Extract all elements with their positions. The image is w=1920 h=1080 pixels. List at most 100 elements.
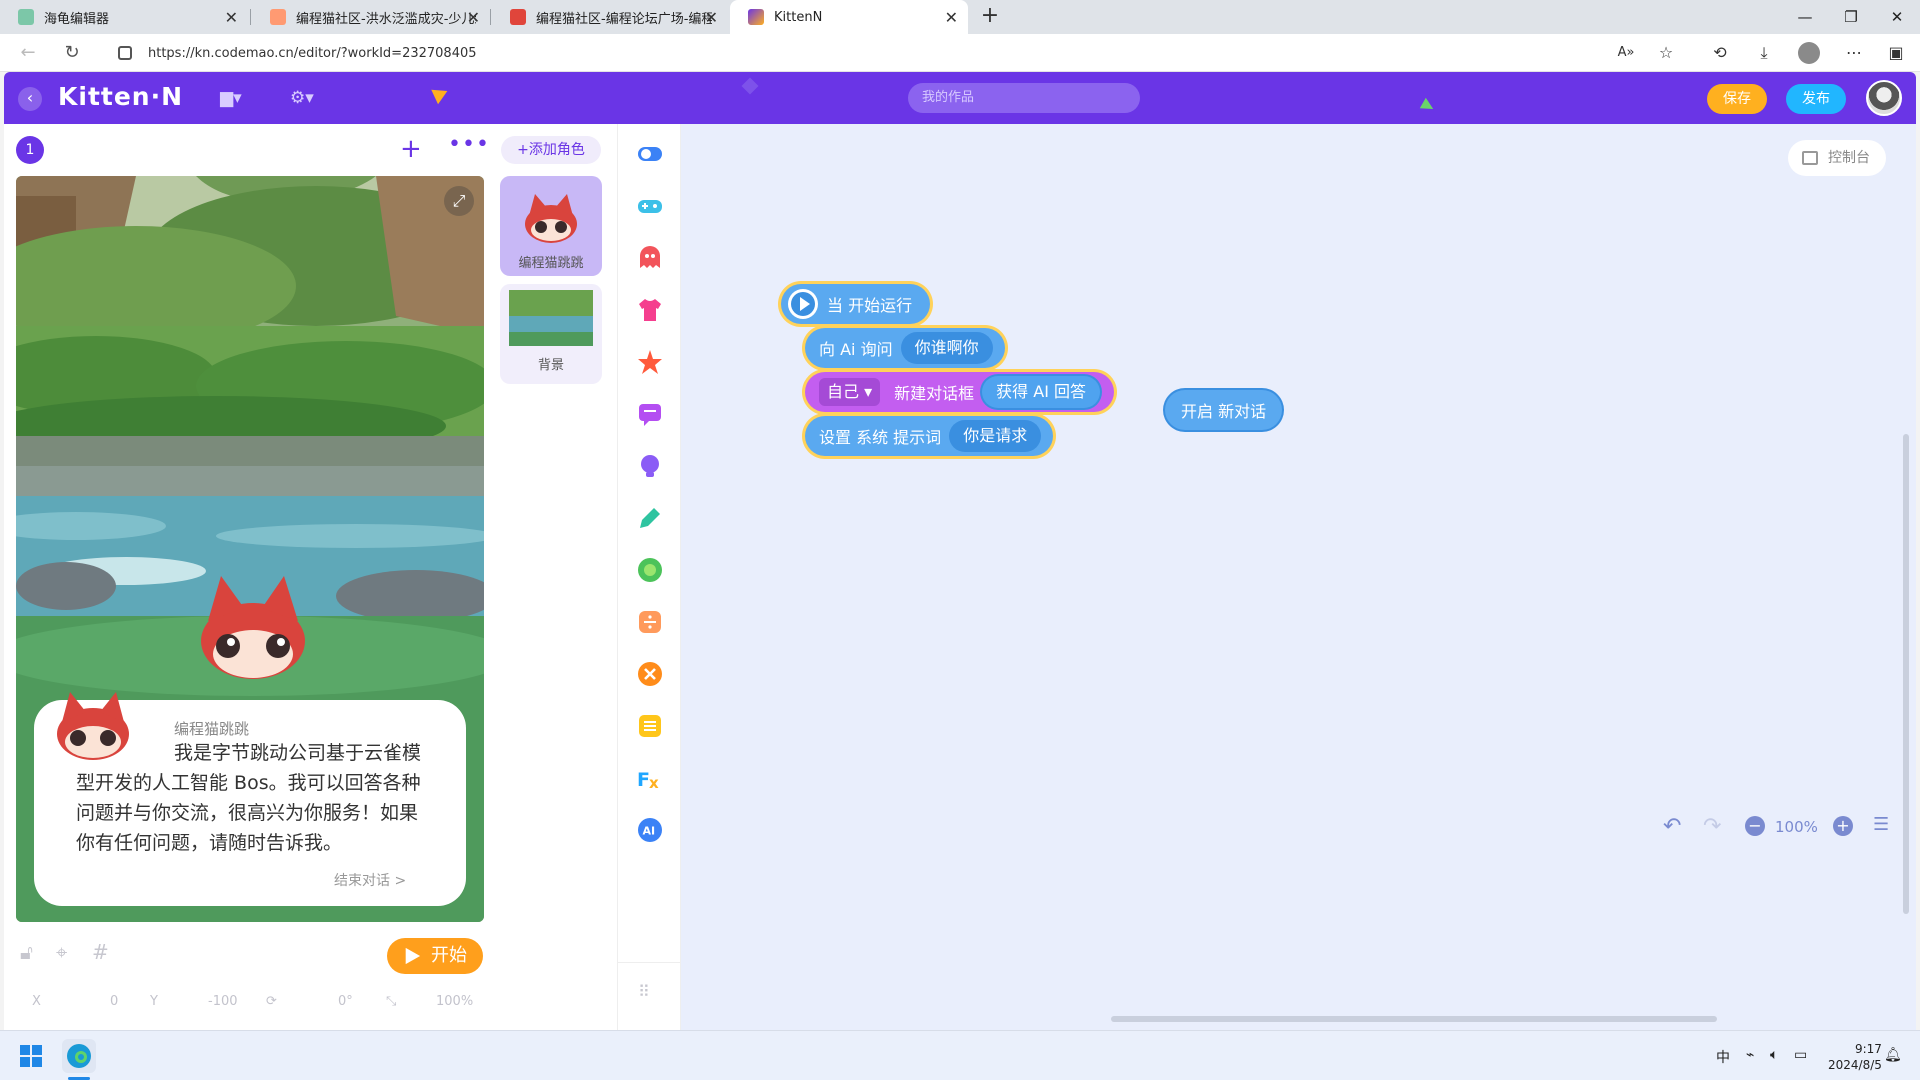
edge-taskbar-button[interactable] — [62, 1039, 96, 1073]
end-dialog-link[interactable]: 结束对话 > — [334, 870, 406, 890]
url-field[interactable]: https://kn.codemao.cn/editor/?workId=232… — [104, 38, 1664, 68]
code-workspace[interactable]: 控制台 当 开始运行 向 Ai 询问 你谁啊你 自己 ▾ 新建对话框 获得 AI… — [681, 124, 1916, 1030]
target-icon[interactable]: ⌖ — [56, 940, 67, 964]
new-dialog-block[interactable]: 自己 ▾ 新建对话框 获得 AI 回答 — [805, 372, 1114, 412]
read-aloud-icon[interactable]: A» — [1614, 42, 1638, 64]
add-role-button[interactable]: +添加角色 — [501, 136, 601, 164]
new-tab-icon[interactable]: + — [976, 3, 1004, 31]
sidebar-toggle-icon[interactable]: ▣ — [1884, 42, 1908, 64]
browser-tab[interactable]: 编程猫社区-洪水泛滥成灾-少儿编 ✕ — [252, 0, 490, 34]
dialog-chat-icon[interactable] — [636, 400, 664, 428]
console-button[interactable]: 控制台 — [1788, 140, 1886, 176]
svg-text:AI: AI — [643, 825, 656, 838]
sound-star-icon[interactable] — [636, 348, 664, 376]
vertical-scrollbar[interactable] — [1903, 434, 1909, 914]
ask-ai-block[interactable]: 向 Ai 询问 你谁啊你 — [805, 328, 1005, 368]
list-icon[interactable] — [636, 712, 664, 740]
role-card-background[interactable]: 背景 — [500, 284, 602, 384]
decoration-triangle — [431, 83, 451, 105]
role-name: 背景 — [537, 358, 564, 373]
close-icon[interactable]: ✕ — [945, 8, 958, 27]
x-value[interactable]: 0 — [110, 994, 118, 1009]
zoom-out-icon[interactable]: − — [1745, 816, 1765, 836]
more-icon[interactable]: ••• — [448, 132, 490, 157]
grid-icon[interactable]: # — [92, 940, 109, 964]
back-icon[interactable]: ‹ — [18, 87, 42, 111]
scale-value[interactable]: 100% — [436, 994, 473, 1009]
reload-icon[interactable]: ↻ — [58, 40, 86, 68]
start-button[interactable]: 开始 — [387, 938, 483, 974]
save-button[interactable]: 保存 — [1707, 84, 1767, 114]
redo-icon[interactable]: ↷ — [1703, 814, 1721, 839]
browser-tab[interactable]: 海龟编辑器 ✕ — [0, 0, 248, 34]
ai-icon[interactable]: AI — [636, 816, 664, 844]
prompt-text-input[interactable]: 你是请求 — [949, 420, 1042, 452]
search-input[interactable]: 我的作品 — [908, 83, 1140, 113]
rotation-value[interactable]: 0° — [338, 994, 353, 1009]
horizontal-scrollbar[interactable] — [1111, 1016, 1717, 1022]
y-value[interactable]: -100 — [208, 994, 238, 1009]
favorite-star-icon[interactable]: ☆ — [1654, 42, 1678, 64]
bulb-icon[interactable] — [636, 452, 664, 480]
align-blocks-icon[interactable]: ☰ — [1873, 814, 1889, 835]
sensing-circle-icon[interactable] — [636, 556, 664, 584]
avatar[interactable] — [1866, 80, 1902, 116]
role-card-cat[interactable]: 编程猫跳跳 — [500, 176, 602, 276]
folder-menu-icon[interactable]: ▆▾ — [220, 88, 242, 108]
pen-icon[interactable] — [636, 504, 664, 532]
tab-divider — [250, 9, 251, 25]
block-label: 向 Ai 询问 — [819, 340, 893, 359]
close-icon[interactable]: ✕ — [467, 8, 480, 27]
volume-icon[interactable]: 🔈︎ — [1770, 1047, 1778, 1063]
controls-gamepad-icon[interactable] — [636, 192, 664, 220]
browser-tab-active[interactable]: KittenN ✕ — [730, 0, 968, 34]
publish-button[interactable]: 发布 — [1786, 84, 1846, 114]
lock-icon — [118, 46, 132, 60]
browser-tab[interactable]: 编程猫社区-编程论坛广场-编程猫 ✕ — [492, 0, 728, 34]
console-label: 控制台 — [1828, 150, 1870, 166]
add-scene-icon[interactable]: + — [400, 134, 422, 164]
lock-icon[interactable]: 🔓︎ — [20, 940, 33, 964]
math-divide-icon[interactable] — [636, 608, 664, 636]
more-menu-icon[interactable]: ⋯ — [1842, 42, 1866, 64]
zoom-in-icon[interactable]: + — [1833, 816, 1853, 836]
back-arrow-icon[interactable]: ← — [14, 40, 42, 68]
set-system-prompt-block[interactable]: 设置 系统 提示词 你是请求 — [805, 416, 1054, 456]
ime-indicator[interactable]: 中 — [1716, 1047, 1730, 1067]
close-icon[interactable]: ✕ — [225, 8, 238, 27]
self-dropdown[interactable]: 自己 ▾ — [819, 378, 881, 406]
expand-dots-icon[interactable]: ⠿ — [638, 982, 651, 1001]
undo-icon[interactable]: ↶ — [1663, 814, 1681, 839]
minimize-icon[interactable]: — — [1782, 0, 1828, 34]
actions-ghost-icon[interactable] — [636, 244, 664, 272]
dropdown-value: 自己 — [827, 382, 860, 401]
logic-cross-icon[interactable] — [636, 660, 664, 688]
decoration-diamond — [741, 77, 759, 95]
zoom-level: 100% — [1775, 818, 1818, 836]
notification-bell-icon[interactable]: 🔔︎ — [1884, 1047, 1902, 1063]
function-fx-icon[interactable]: Fx — [636, 764, 664, 792]
ask-text-input[interactable]: 你谁啊你 — [900, 332, 993, 364]
battery-icon[interactable]: ▭ — [1794, 1047, 1807, 1063]
system-clock[interactable]: 9:17 2024/8/5 — [1828, 1041, 1882, 1073]
window-close-icon[interactable]: ✕ — [1874, 0, 1920, 34]
when-start-block[interactable]: 当 开始运行 — [781, 284, 931, 324]
new-conversation-block[interactable]: 开启 新对话 — [1165, 390, 1283, 430]
appearance-shirt-icon[interactable] — [636, 296, 664, 324]
url-text: https://kn.codemao.cn/editor/?workId=232… — [148, 45, 477, 61]
close-icon[interactable]: ✕ — [705, 8, 718, 27]
download-icon[interactable]: ⤓ — [1752, 42, 1776, 64]
stage-canvas[interactable]: ⤢ 编程猫跳跳 我是字节跳动公司基于云雀模型开发的人工智能 Bos。我可以回答各… — [16, 176, 484, 922]
profile-avatar[interactable] — [1798, 42, 1820, 64]
events-toggle-icon[interactable] — [636, 140, 664, 168]
history-icon[interactable]: ⟲ — [1708, 42, 1732, 64]
restore-icon[interactable]: ❐ — [1828, 0, 1874, 34]
address-bar: ← ↻ https://kn.codemao.cn/editor/?workId… — [0, 34, 1920, 72]
network-icon[interactable]: ⌁ — [1746, 1047, 1754, 1063]
scene-number-badge[interactable]: 1 — [16, 136, 44, 164]
tab-divider — [490, 9, 491, 25]
settings-menu-icon[interactable]: ⚙▾ — [290, 88, 314, 108]
windows-start-icon[interactable] — [20, 1045, 42, 1067]
get-ai-answer-reporter[interactable]: 获得 AI 回答 — [982, 376, 1100, 408]
fullscreen-icon[interactable]: ⤢ — [444, 186, 474, 216]
